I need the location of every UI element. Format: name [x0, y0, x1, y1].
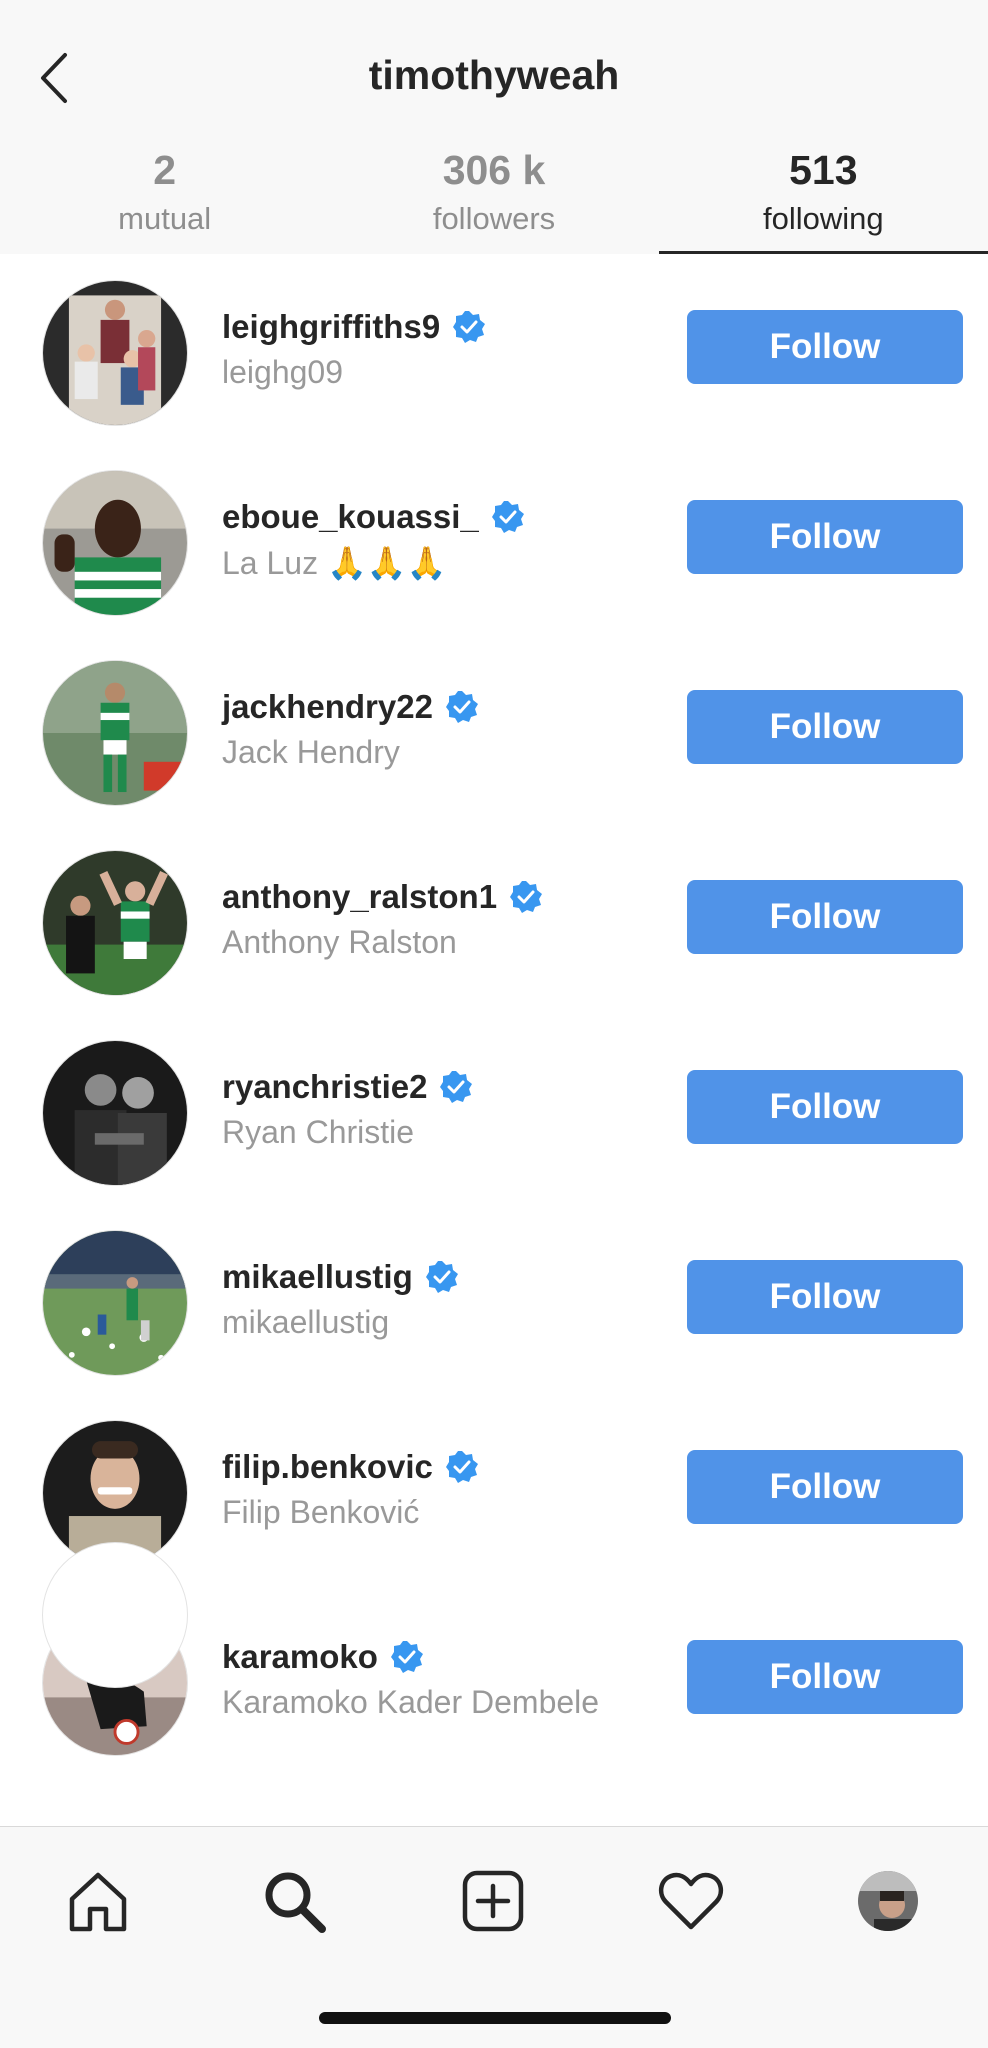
- follow-button[interactable]: Follow: [687, 500, 963, 574]
- avatar[interactable]: [42, 660, 188, 806]
- username-text: jackhendry22: [222, 688, 433, 725]
- search-icon[interactable]: [258, 1865, 330, 1937]
- verified-badge-icon: [425, 1261, 458, 1293]
- tab-followers[interactable]: 306 k followers: [329, 150, 658, 254]
- username-text: eboue_kouassi_: [222, 498, 479, 535]
- follow-button[interactable]: Follow: [687, 1640, 963, 1714]
- username-text: anthony_ralston1: [222, 878, 498, 915]
- follow-button[interactable]: Follow: [687, 1450, 963, 1524]
- heart-icon[interactable]: [655, 1865, 727, 1937]
- full-name: mikaellustig: [222, 1304, 390, 1340]
- tab-label: followers: [432, 201, 556, 236]
- username[interactable]: filip.benkovic: [222, 1448, 479, 1486]
- full-name: La Luz 🙏🙏🙏: [222, 545, 447, 581]
- add-post-icon[interactable]: [457, 1865, 529, 1937]
- avatar[interactable]: [42, 470, 188, 616]
- tab-count: 306 k: [442, 147, 546, 193]
- list-item[interactable]: eboue_kouassi_ La Luz 🙏🙏🙏 Follow: [0, 444, 988, 634]
- username-text: karamoko: [222, 1638, 378, 1675]
- tab-count: 513: [789, 147, 858, 193]
- verified-badge-icon: [510, 881, 543, 913]
- username[interactable]: jackhendry22: [222, 688, 479, 726]
- follow-button[interactable]: Follow: [687, 1070, 963, 1144]
- full-name: Filip Benković: [222, 1494, 420, 1530]
- avatar[interactable]: [42, 1542, 188, 1688]
- tab-following[interactable]: 513 following: [658, 147, 988, 254]
- verified-badge-icon: [445, 691, 478, 723]
- tab-mutual[interactable]: 2 mutual: [0, 150, 329, 254]
- username[interactable]: eboue_kouassi_: [222, 498, 525, 536]
- list-item[interactable]: leighgriffiths9 leighg09 Follow: [0, 254, 988, 444]
- username[interactable]: leighgriffiths9: [222, 308, 486, 346]
- username[interactable]: karamoko: [222, 1638, 424, 1676]
- profile-avatar[interactable]: [852, 1865, 924, 1937]
- username[interactable]: anthony_ralston1: [222, 878, 543, 916]
- avatar[interactable]: [42, 280, 188, 426]
- full-name: Anthony Ralston: [222, 924, 457, 960]
- follow-button[interactable]: Follow: [687, 880, 963, 954]
- full-name: Ryan Christie: [222, 1114, 415, 1150]
- list-item[interactable]: mikaellustig mikaellustig Follow: [0, 1204, 988, 1394]
- username-text: filip.benkovic: [222, 1448, 433, 1485]
- full-name: Karamoko Kader Dembele: [222, 1684, 600, 1720]
- username[interactable]: ryanchristie2: [222, 1068, 473, 1106]
- verified-badge-icon: [440, 1071, 473, 1103]
- list-item[interactable]: ryanchristie2 Ryan Christie Follow: [0, 1014, 988, 1204]
- avatar[interactable]: [42, 1040, 188, 1186]
- follow-button[interactable]: Follow: [687, 310, 963, 384]
- verified-badge-icon: [445, 1451, 478, 1483]
- full-name: Jack Hendry: [222, 734, 400, 770]
- home-indicator: [319, 2012, 671, 2024]
- tab-count: 2: [153, 147, 177, 193]
- full-name: leighg09: [222, 354, 343, 390]
- tab-bar: 2 mutual 306 k followers 513 following: [0, 150, 988, 254]
- header: timothyweah 2 mutual 306 k followers 513…: [0, 0, 988, 254]
- follow-button[interactable]: Follow: [687, 1260, 963, 1334]
- username-text: leighgriffiths9: [222, 308, 441, 345]
- verified-badge-icon: [390, 1641, 423, 1673]
- verified-badge-icon: [491, 501, 524, 533]
- username-text: ryanchristie2: [222, 1068, 428, 1105]
- follow-button[interactable]: Follow: [687, 690, 963, 764]
- avatar[interactable]: [42, 850, 188, 996]
- tab-label: mutual: [118, 201, 212, 236]
- home-icon[interactable]: [62, 1865, 134, 1937]
- list-item[interactable]: jackhendry22 Jack Hendry Follow: [0, 634, 988, 824]
- page-title: timothyweah: [368, 52, 620, 98]
- list-item[interactable]: anthony_ralston1 Anthony Ralston Follow: [0, 824, 988, 1014]
- verified-badge-icon: [453, 311, 486, 343]
- avatar[interactable]: [42, 1230, 188, 1376]
- tab-label: following: [763, 201, 884, 236]
- username[interactable]: mikaellustig: [222, 1258, 459, 1296]
- username-text: mikaellustig: [222, 1258, 413, 1295]
